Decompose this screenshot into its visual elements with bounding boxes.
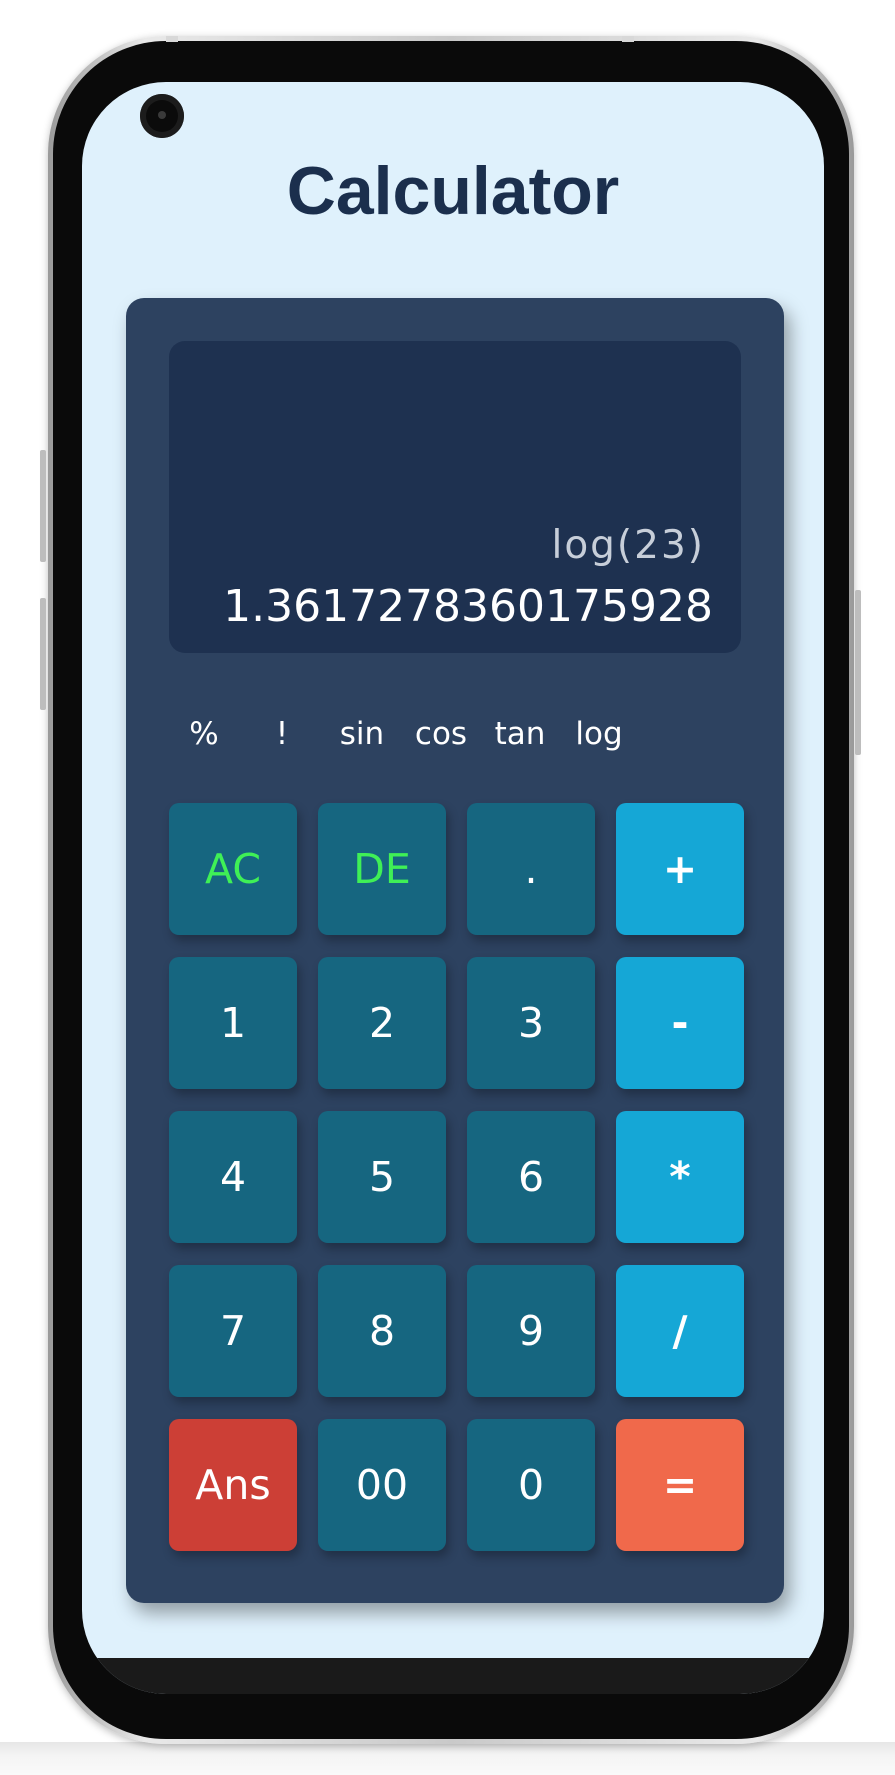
calculator-display: log(23) 1.3617278360175928 [169, 341, 741, 653]
plus-button[interactable]: + [616, 803, 744, 935]
calculator-panel: log(23) 1.3617278360175928 % ! sin cos t… [126, 298, 784, 1603]
digit-5-button[interactable]: 5 [318, 1111, 446, 1243]
factorial-function-button[interactable]: ! [237, 716, 327, 752]
digit-1-button[interactable]: 1 [169, 957, 297, 1089]
digit-3-button[interactable]: 3 [467, 957, 595, 1089]
all-clear-button[interactable]: AC [169, 803, 297, 935]
delete-button[interactable]: DE [318, 803, 446, 935]
digit-4-button[interactable]: 4 [169, 1111, 297, 1243]
front-camera-icon [140, 94, 184, 138]
digit-0-button[interactable]: 0 [467, 1419, 595, 1551]
expression-text: log(23) [551, 523, 705, 568]
digit-8-button[interactable]: 8 [318, 1265, 446, 1397]
result-text: 1.3617278360175928 [223, 581, 713, 632]
divide-button[interactable]: / [616, 1265, 744, 1397]
cos-function-button[interactable]: cos [396, 716, 486, 752]
digit-2-button[interactable]: 2 [318, 957, 446, 1089]
phone-screen: Calculator log(23) 1.3617278360175928 % … [82, 82, 824, 1694]
minus-button[interactable]: - [616, 957, 744, 1089]
page-title: Calculator [286, 153, 620, 229]
equals-button[interactable]: = [616, 1419, 744, 1551]
volume-up-button [40, 450, 46, 562]
floor-reflection [0, 1742, 895, 1775]
digit-6-button[interactable]: 6 [467, 1111, 595, 1243]
antenna-line [622, 36, 634, 42]
function-row: % ! sin cos tan log [169, 716, 741, 766]
digit-9-button[interactable]: 9 [467, 1265, 595, 1397]
answer-button[interactable]: Ans [169, 1419, 297, 1551]
digit-7-button[interactable]: 7 [169, 1265, 297, 1397]
sin-function-button[interactable]: sin [317, 716, 407, 752]
tan-function-button[interactable]: tan [475, 716, 565, 752]
double-zero-button[interactable]: 00 [318, 1419, 446, 1551]
screen-bottom-bezel [82, 1658, 824, 1694]
percent-function-button[interactable]: % [159, 716, 249, 752]
antenna-line [166, 36, 178, 42]
volume-down-button [40, 598, 46, 710]
decimal-point-button[interactable]: . [467, 803, 595, 935]
multiply-button[interactable]: * [616, 1111, 744, 1243]
log-function-button[interactable]: log [554, 716, 644, 752]
power-button [855, 590, 861, 755]
